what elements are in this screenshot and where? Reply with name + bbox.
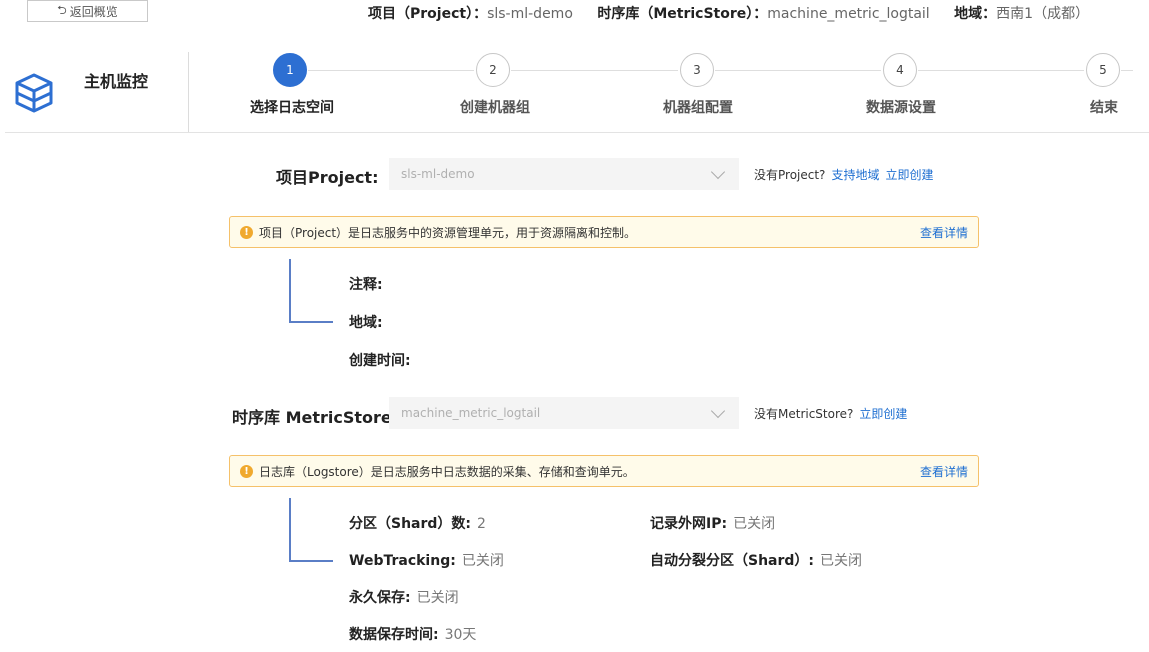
back-label: 返回概览 (69, 4, 118, 19)
metricstore-detail-link[interactable]: 查看详情 (920, 463, 968, 480)
step-connector-5 (1121, 70, 1133, 71)
header-bottom-divider (5, 132, 1149, 133)
step-2-label: 创建机器组 (460, 100, 530, 116)
record-ip-value: 已关闭 (733, 516, 776, 532)
project-created-row: 创建时间: (349, 350, 411, 370)
project-tree-line (289, 259, 291, 323)
webtracking-row: WebTracking: 已关闭 (349, 550, 504, 570)
project-hint: 没有Project? 支持地域 立即创建 (754, 166, 933, 183)
auto-split-label: 自动分裂分区（Shard）: (650, 553, 815, 569)
retention-value: 30天 (444, 627, 477, 643)
webtracking-label: WebTracking: (349, 553, 456, 569)
step-4-circle[interactable]: 4 (883, 53, 917, 87)
step-2-circle[interactable]: 2 (476, 53, 510, 87)
create-metricstore-link[interactable]: 立即创建 (859, 407, 907, 421)
record-ip-label: 记录外网IP: (650, 516, 728, 532)
permanent-label: 永久保存: (349, 590, 411, 606)
metricstore-hint: 没有MetricStore? 立即创建 (754, 405, 907, 422)
project-notice-text: 项目（Project）是日志服务中的资源管理单元，用于资源隔离和控制。 (259, 225, 637, 240)
region-label: 地域: (349, 315, 383, 331)
retention-row: 数据保存时间: 30天 (349, 624, 476, 644)
step-connector-3 (715, 70, 881, 71)
region-info-label: 地域： (954, 6, 997, 22)
project-hint-text: 没有Project? (754, 168, 826, 182)
step-connector-1 (308, 70, 474, 71)
metricstore-select-value: machine_metric_logtail (401, 406, 541, 420)
metricstore-tree-line (289, 498, 291, 562)
comment-label: 注释: (349, 277, 383, 293)
record-ip-row: 记录外网IP: 已关闭 (650, 513, 775, 533)
metricstore-notice: ! 日志库（Logstore）是日志服务中日志数据的采集、存储和查询单元。 查看… (229, 455, 979, 487)
metricstore-field-label: 时序库 MetricStore: (232, 408, 399, 427)
metricstore-tree-branch (289, 560, 333, 562)
store-info-label: 时序库（MetricStore）： (597, 6, 768, 22)
project-select[interactable]: sls-ml-demo (389, 158, 739, 190)
project-info-value: sls-ml-demo (487, 6, 573, 22)
warning-icon: ! (240, 464, 253, 478)
step-3-circle[interactable]: 3 (680, 53, 714, 87)
warning-icon: ! (240, 225, 253, 239)
context-info: 项目（Project）：sls-ml-demo 时序库（MetricStore）… (368, 3, 1109, 23)
store-info-value: machine_metric_logtail (767, 6, 930, 22)
auto-split-row: 自动分裂分区（Shard）: 已关闭 (650, 550, 862, 570)
permanent-value: 已关闭 (416, 590, 459, 606)
step-1-circle[interactable]: 1 (273, 53, 307, 87)
step-connector-4 (918, 70, 1084, 71)
metricstore-hint-text: 没有MetricStore? (754, 407, 854, 421)
step-connector-2 (511, 70, 678, 71)
create-project-link[interactable]: 立即创建 (885, 168, 933, 182)
project-region-row: 地域: (349, 312, 383, 332)
app-title: 主机监控 (84, 72, 149, 91)
step-4-label: 数据源设置 (866, 100, 936, 116)
metricstore-select[interactable]: machine_metric_logtail (389, 397, 739, 429)
project-detail-link[interactable]: 查看详情 (920, 224, 968, 241)
region-info-value: 西南1（成都） (996, 6, 1090, 22)
shard-value: 2 (477, 516, 486, 532)
header-divider (188, 52, 189, 132)
retention-label: 数据保存时间: (349, 627, 439, 643)
project-field-label: 项目Project: (276, 168, 379, 187)
chevron-down-icon (710, 164, 726, 179)
metricstore-notice-text: 日志库（Logstore）是日志服务中日志数据的采集、存储和查询单元。 (259, 464, 635, 479)
project-select-value: sls-ml-demo (401, 167, 475, 181)
cube-stack-icon (15, 73, 53, 113)
step-1-label: 选择日志空间 (250, 100, 334, 116)
step-5-label: 结束 (1090, 100, 1118, 116)
support-region-link[interactable]: 支持地域 (831, 168, 879, 182)
back-icon: ⮌ (57, 2, 67, 17)
back-to-overview-button[interactable]: ⮌ 返回概览 (27, 0, 148, 22)
step-5-circle[interactable]: 5 (1086, 53, 1120, 87)
chevron-down-icon (710, 403, 726, 418)
shard-row: 分区（Shard）数: 2 (349, 513, 486, 533)
webtracking-value: 已关闭 (461, 553, 504, 569)
project-comment-row: 注释: (349, 274, 383, 294)
step-3-label: 机器组配置 (663, 100, 733, 116)
shard-label: 分区（Shard）数: (349, 516, 472, 532)
created-label: 创建时间: (349, 353, 411, 369)
project-info-label: 项目（Project）： (368, 6, 488, 22)
project-notice: ! 项目（Project）是日志服务中的资源管理单元，用于资源隔离和控制。 查看… (229, 216, 979, 248)
auto-split-value: 已关闭 (820, 553, 863, 569)
permanent-row: 永久保存: 已关闭 (349, 587, 459, 607)
project-tree-branch (289, 321, 333, 323)
